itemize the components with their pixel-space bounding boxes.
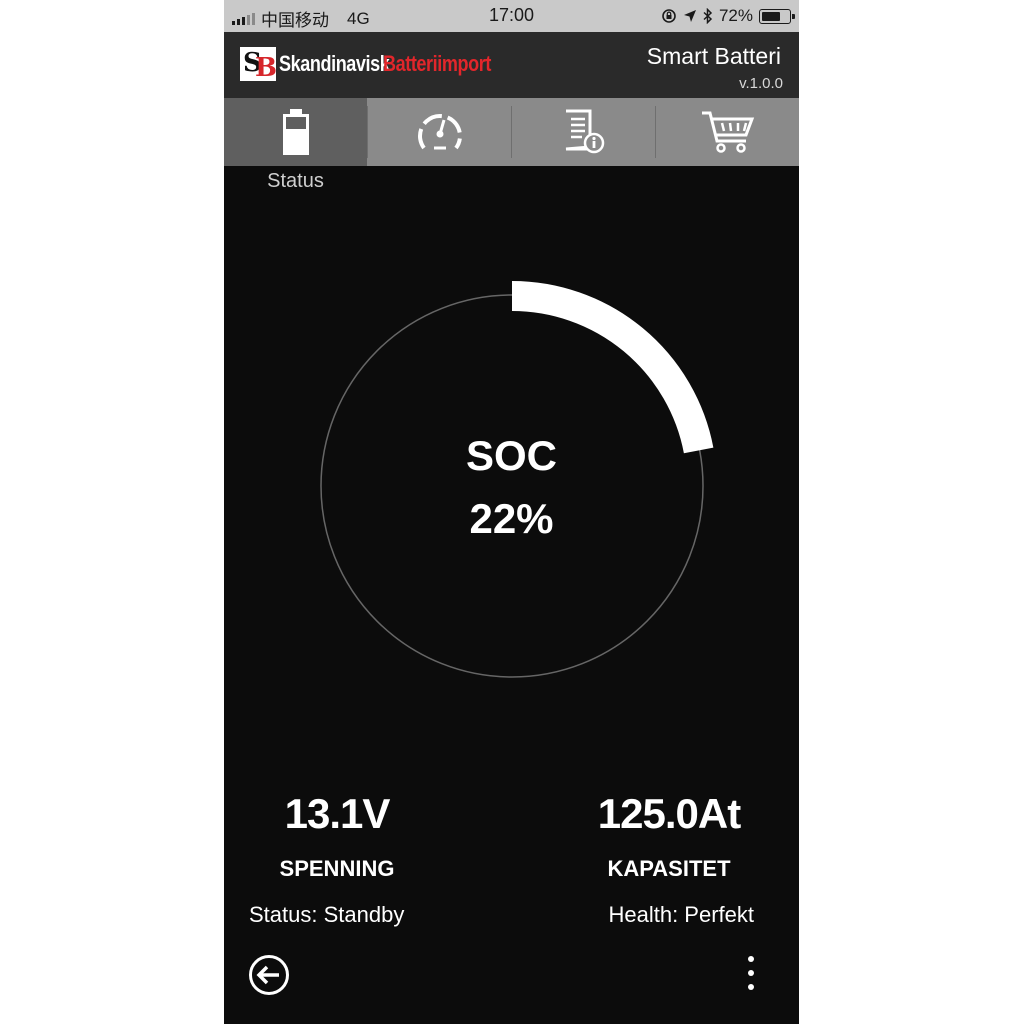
capacity-stat: 125.0At KAPASITET — [556, 790, 782, 882]
soc-gauge — [320, 281, 714, 678]
voltage-label: SPENNING — [279, 856, 395, 881]
back-arrow-icon[interactable] — [248, 954, 290, 996]
battery-health-text: Health: Perfekt — [608, 902, 754, 927]
soc-gauge-arc — [511, 281, 714, 454]
voltage-stat: 13.1V SPENNING — [224, 790, 450, 882]
soc-label: SOC — [465, 432, 557, 479]
capacity-value: 125.0At — [597, 790, 741, 837]
phone-screen: 中国移动 4G 17:00 72% SB Skandinavisk Batter… — [224, 0, 799, 1024]
more-options-icon[interactable] — [741, 953, 761, 997]
battery-status-text: Status: Standby — [249, 902, 405, 927]
voltage-value: 13.1V — [284, 790, 391, 837]
soc-value: 22% — [469, 495, 554, 542]
capacity-label: KAPASITET — [607, 856, 731, 881]
